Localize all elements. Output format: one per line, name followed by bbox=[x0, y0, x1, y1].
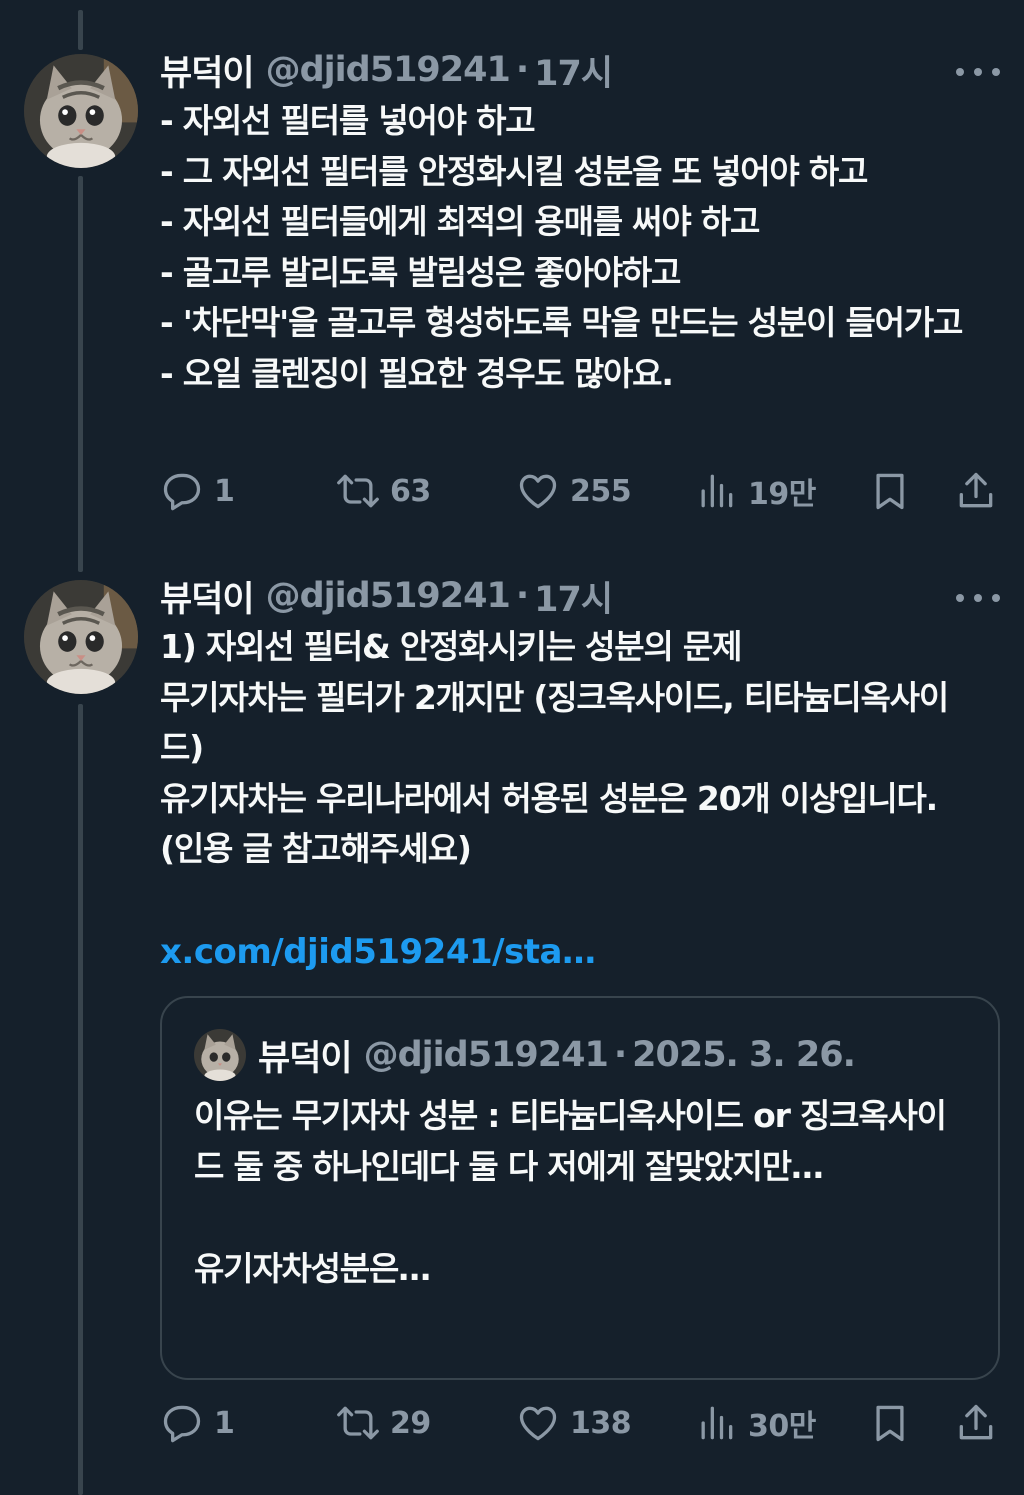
tweet[interactable]: 뷰덕이 @djid519241 · 17시 1) 자외선 필터& 안정화시키는 … bbox=[160, 570, 1000, 977]
cat-avatar-image bbox=[194, 1029, 246, 1081]
quoted-tweet-card[interactable]: 뷰덕이 @djid519241 · 2025. 3. 26. 이유는 무기자차 … bbox=[160, 996, 1000, 1380]
share-upload-icon bbox=[959, 1404, 993, 1440]
views-button[interactable]: 30만 bbox=[694, 1398, 816, 1448]
retweet-count: 63 bbox=[390, 473, 431, 509]
quoted-tweet-text: 이유는 무기자차 성분 : 티타늄디옥사이드 or 징크옥사이드 둘 중 하나인… bbox=[194, 1096, 947, 1288]
thread-line-middle bbox=[78, 176, 83, 572]
tweet-actions: 1 63 255 19만 bbox=[160, 466, 1000, 516]
separator-dot: · bbox=[515, 50, 529, 90]
quoted-avatar bbox=[194, 1029, 246, 1081]
reply-button[interactable]: 1 bbox=[160, 466, 235, 516]
tweet-text: 1) 자외선 필터& 안정화시키는 성분의 문제 무기자차는 필터가 2개지만 … bbox=[160, 627, 949, 868]
display-name[interactable]: 뷰덕이 bbox=[160, 45, 255, 96]
like-button[interactable]: 138 bbox=[516, 1398, 632, 1448]
tweet-header: 뷰덕이 @djid519241 · 17시 bbox=[160, 44, 1000, 96]
retweet-button[interactable]: 29 bbox=[336, 1398, 431, 1448]
share-button[interactable] bbox=[954, 1398, 998, 1448]
handle[interactable]: @djid519241 bbox=[266, 576, 511, 616]
tweet-text: - 자외선 필터를 넣어야 하고 - 그 자외선 필터를 안정화시킬 성분을 또… bbox=[160, 101, 963, 393]
timestamp[interactable]: 17시 bbox=[534, 571, 613, 622]
cat-avatar-image bbox=[24, 54, 138, 168]
thread-line-top bbox=[78, 10, 83, 50]
tweet-link[interactable]: x.com/djid519241/sta… bbox=[160, 927, 1000, 977]
avatar[interactable] bbox=[24, 54, 138, 168]
thread-line-bottom bbox=[78, 704, 83, 1495]
thread-page: 뷰덕이 @djid519241 · 17시 - 자외선 필터를 넣어야 하고 -… bbox=[0, 0, 1024, 1495]
bookmark-icon bbox=[876, 1405, 904, 1442]
like-count: 138 bbox=[570, 1405, 632, 1441]
separator-dot: · bbox=[613, 1035, 627, 1075]
like-count: 255 bbox=[570, 473, 632, 509]
more-dots-icon[interactable] bbox=[956, 588, 1000, 608]
like-button[interactable]: 255 bbox=[516, 466, 632, 516]
reply-count: 1 bbox=[214, 473, 235, 509]
quoted-date: 2025. 3. 26. bbox=[632, 1035, 856, 1075]
bookmark-icon bbox=[876, 473, 904, 510]
timestamp[interactable]: 17시 bbox=[534, 45, 613, 96]
bookmark-button[interactable] bbox=[868, 1398, 912, 1448]
views-count: 30만 bbox=[748, 1409, 816, 1444]
bookmark-button[interactable] bbox=[868, 466, 912, 516]
tweet[interactable]: 뷰덕이 @djid519241 · 17시 - 자외선 필터를 넣어야 하고 -… bbox=[160, 44, 1000, 399]
reply-icon bbox=[163, 1405, 201, 1443]
tweet-actions: 1 29 138 30만 bbox=[160, 1398, 1000, 1448]
reply-icon bbox=[163, 473, 201, 511]
quoted-display-name: 뷰덕이 bbox=[258, 1038, 353, 1079]
heart-icon bbox=[519, 1406, 557, 1441]
views-bar-chart-icon bbox=[701, 1406, 733, 1440]
retweet-icon bbox=[337, 1406, 379, 1440]
quoted-handle: @djid519241 bbox=[363, 1035, 609, 1075]
share-upload-icon bbox=[959, 472, 993, 508]
reply-count: 1 bbox=[214, 1405, 235, 1441]
retweet-count: 29 bbox=[390, 1405, 431, 1441]
heart-icon bbox=[519, 474, 557, 509]
avatar[interactable] bbox=[24, 580, 138, 694]
views-button[interactable]: 19만 bbox=[694, 466, 816, 516]
views-count: 19만 bbox=[748, 477, 816, 512]
handle[interactable]: @djid519241 bbox=[266, 50, 511, 90]
reply-button[interactable]: 1 bbox=[160, 1398, 235, 1448]
tweet-header: 뷰덕이 @djid519241 · 17시 bbox=[160, 570, 1000, 622]
more-dots-icon[interactable] bbox=[956, 62, 1000, 82]
views-bar-chart-icon bbox=[701, 474, 733, 508]
cat-avatar-image bbox=[24, 580, 138, 694]
quoted-tweet-header: 뷰덕이 @djid519241 · 2025. 3. 26. bbox=[194, 1028, 966, 1082]
retweet-icon bbox=[337, 474, 379, 508]
separator-dot: · bbox=[515, 576, 529, 616]
retweet-button[interactable]: 63 bbox=[336, 466, 431, 516]
display-name[interactable]: 뷰덕이 bbox=[160, 571, 255, 622]
share-button[interactable] bbox=[954, 466, 998, 516]
